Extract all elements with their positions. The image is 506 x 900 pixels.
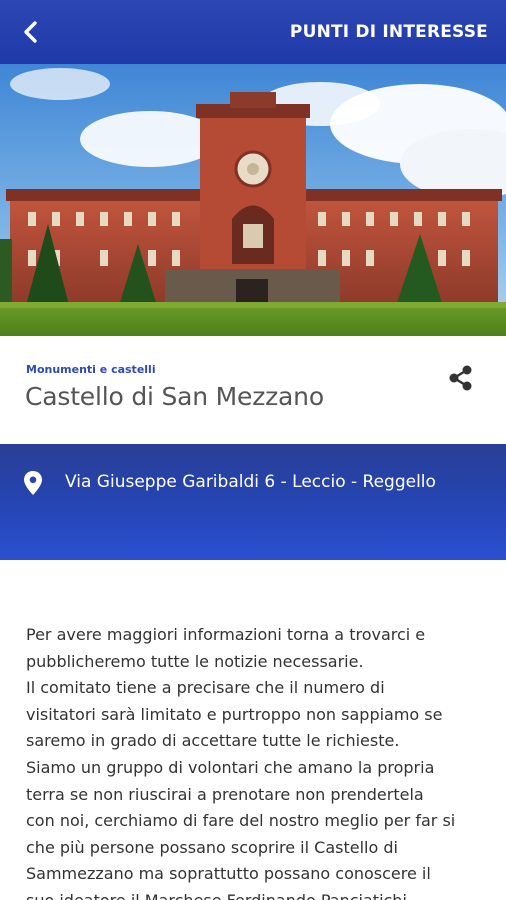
top-app-bar: PUNTI DI INTERESSE — [0, 0, 506, 64]
poi-address[interactable]: Via Giuseppe Garibaldi 6 - Leccio - Regg… — [65, 472, 436, 492]
poi-hero-image — [0, 64, 506, 336]
map-pin-icon — [24, 471, 42, 495]
share-icon — [449, 365, 472, 391]
app-screen: PUNTI DI INTERESSE Monumenti e castelli … — [0, 0, 506, 900]
address-section: Via Giuseppe Garibaldi 6 - Leccio - Regg… — [0, 444, 506, 560]
poi-category: Monumenti e castelli — [26, 363, 156, 376]
poi-description: Per avere maggiori informazioni torna a … — [26, 625, 456, 900]
share-button[interactable] — [446, 363, 476, 393]
page-title: PUNTI DI INTERESSE — [289, 22, 488, 42]
chevron-left-icon — [24, 21, 37, 43]
poi-header: Monumenti e castelli Castello di San Mez… — [0, 336, 506, 444]
back-button[interactable] — [16, 18, 44, 46]
poi-title: Castello di San Mezzano — [25, 382, 324, 411]
